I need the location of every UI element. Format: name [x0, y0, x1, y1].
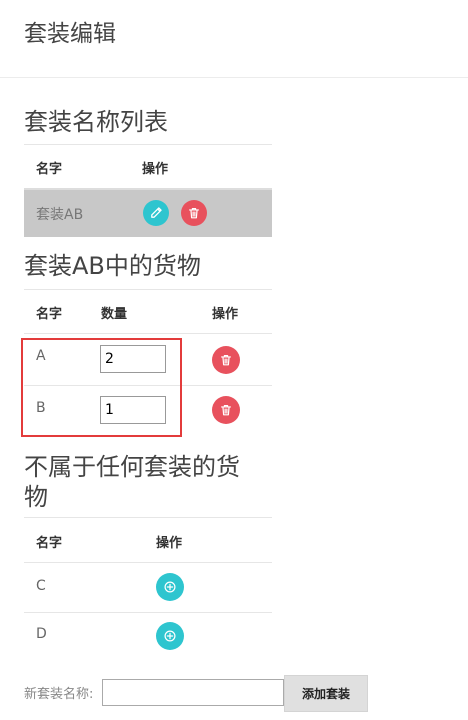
trash-icon — [189, 208, 199, 219]
header-divider — [0, 77, 468, 78]
divider — [24, 562, 272, 563]
column-header-name: 名字 — [36, 536, 63, 551]
column-header-name: 名字 — [36, 307, 63, 322]
divider — [24, 612, 272, 613]
trash-icon — [221, 405, 231, 416]
highlight-box — [21, 338, 182, 437]
divider — [24, 517, 272, 518]
suite-list-title: 套装名称列表 — [24, 108, 168, 136]
page-title: 套装编辑 — [24, 21, 116, 47]
suite-goods-title: 套装AB中的货物 — [24, 252, 201, 280]
edit-suite-button[interactable] — [143, 200, 169, 226]
new-suite-name-input[interactable] — [102, 679, 284, 706]
column-header-action: 操作 — [156, 536, 183, 551]
column-header-action: 操作 — [212, 307, 239, 322]
column-header-name: 名字 — [36, 162, 63, 177]
pencil-icon — [151, 207, 162, 218]
unassigned-goods-title-line2: 物 — [24, 483, 48, 511]
goods-name: C — [36, 578, 46, 594]
add-suite-button[interactable]: 添加套装 — [284, 675, 368, 712]
goods-name: D — [36, 626, 47, 642]
suite-name: 套装AB — [36, 207, 84, 223]
delete-suite-button[interactable] — [181, 200, 207, 226]
unassigned-goods-title: 不属于任何套装的货 物 — [24, 452, 240, 512]
add-goods-d-button[interactable] — [156, 622, 184, 650]
unassigned-goods-title-line1: 不属于任何套装的货 — [24, 453, 240, 481]
trash-icon — [221, 355, 231, 366]
plus-circle-icon — [164, 581, 176, 593]
add-goods-c-button[interactable] — [156, 573, 184, 601]
column-header-action: 操作 — [142, 162, 169, 177]
column-header-quantity: 数量 — [101, 307, 128, 322]
divider — [24, 144, 272, 145]
new-suite-label: 新套装名称: — [24, 687, 94, 702]
plus-circle-icon — [164, 630, 176, 642]
divider — [24, 333, 272, 334]
remove-goods-a-button[interactable] — [212, 346, 240, 374]
divider — [24, 289, 272, 290]
remove-goods-b-button[interactable] — [212, 396, 240, 424]
